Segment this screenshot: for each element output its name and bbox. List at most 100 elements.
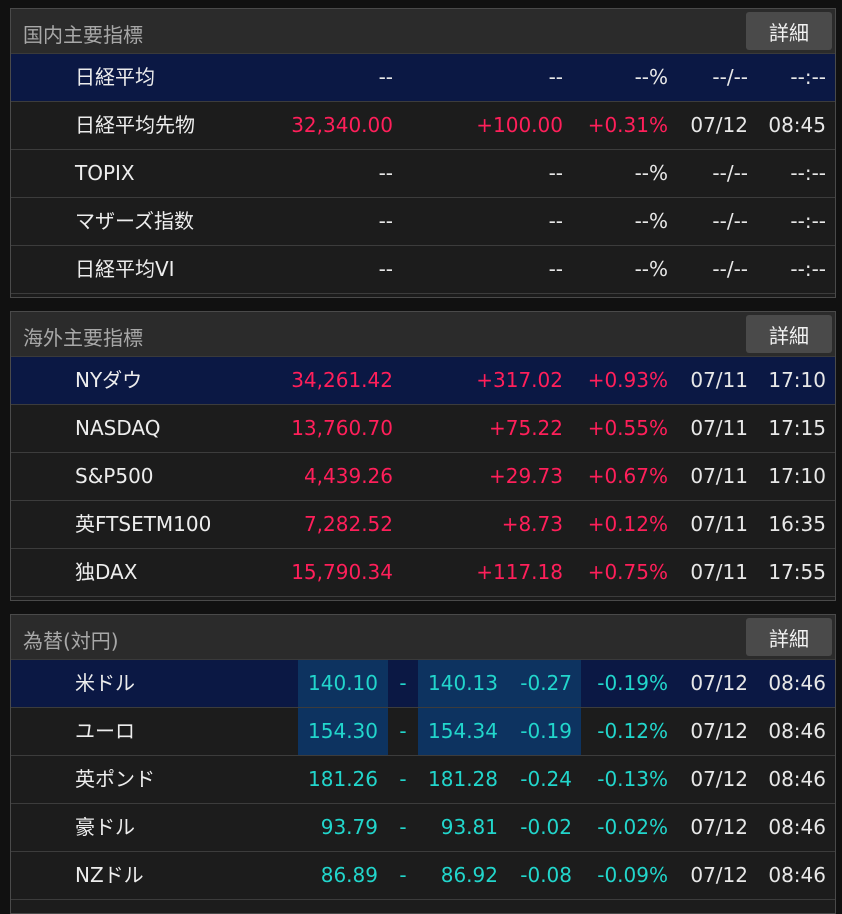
index-price: 15,790.34: [291, 560, 393, 584]
fx-time: 08:46: [768, 671, 826, 695]
bid-ask-separator: -: [399, 815, 407, 839]
overseas-indices-header: 海外主要指標 詳細: [11, 312, 835, 357]
index-price: 7,282.52: [303, 512, 393, 536]
index-price: --: [378, 257, 393, 281]
ask-price: 86.92: [440, 863, 498, 887]
fx-row-gbp[interactable]: 英ポンド 181.26 - 181.28 -0.24 -0.13% 07/12 …: [11, 756, 835, 804]
index-row-dax[interactable]: 独DAX 15,790.34 +117.18 +0.75% 07/11 17:5…: [11, 549, 835, 597]
index-row-ny-dow[interactable]: NYダウ 34,261.42 +317.02 +0.93% 07/11 17:1…: [11, 357, 835, 405]
index-change: --: [548, 161, 563, 185]
index-row-nikkei225[interactable]: 日経平均 -- -- --% --/-- --:--: [11, 54, 835, 102]
index-date: 07/11: [690, 416, 748, 440]
index-time: 17:15: [768, 416, 826, 440]
fx-date: 07/12: [690, 815, 748, 839]
bid-price: 154.30: [308, 719, 378, 743]
overseas-indices-panel: 海外主要指標 詳細 NYダウ 34,261.42 +317.02 +0.93% …: [10, 311, 836, 601]
index-name: 英FTSETM100: [75, 512, 212, 536]
index-time: 17:10: [768, 464, 826, 488]
fx-change: -0.02: [520, 815, 572, 839]
fx-change: -0.24: [520, 767, 572, 791]
bid-ask-separator: -: [399, 863, 407, 887]
index-row-ftse100[interactable]: 英FTSETM100 7,282.52 +8.73 +0.12% 07/11 1…: [11, 501, 835, 549]
index-change-pct: --%: [634, 161, 668, 185]
index-price: 32,340.00: [291, 113, 393, 137]
index-name: 日経平均先物: [75, 113, 195, 137]
index-change-pct: +0.67%: [587, 464, 668, 488]
fx-row-aud[interactable]: 豪ドル 93.79 - 93.81 -0.02 -0.02% 07/12 08:…: [11, 804, 835, 852]
ask-price: 140.13: [428, 671, 498, 695]
index-change: --: [548, 65, 563, 89]
index-name: NYダウ: [75, 368, 143, 392]
bid-price: 140.10: [308, 671, 378, 695]
index-row-sp500[interactable]: S&P500 4,439.26 +29.73 +0.67% 07/11 17:1…: [11, 453, 835, 501]
index-name: 日経平均VI: [75, 257, 175, 281]
index-change: +317.02: [476, 368, 563, 392]
index-price: --: [378, 209, 393, 233]
index-price: 4,439.26: [303, 464, 393, 488]
bid-price: 93.79: [320, 815, 378, 839]
domestic-indices-panel: 国内主要指標 詳細 日経平均 -- -- --% --/-- --:-- 日経平…: [10, 8, 836, 298]
index-date: 07/11: [690, 464, 748, 488]
bid-ask-separator: -: [399, 719, 407, 743]
domestic-detail-button[interactable]: 詳細: [746, 12, 832, 50]
index-change-pct: +0.55%: [587, 416, 668, 440]
index-name: 独DAX: [75, 560, 138, 584]
fx-row-usd[interactable]: 米ドル 140.10 - 140.13 -0.27 -0.19% 07/12 0…: [11, 660, 835, 708]
index-date: 07/11: [690, 368, 748, 392]
fx-time: 08:46: [768, 719, 826, 743]
index-change-pct: +0.31%: [587, 113, 668, 137]
index-row-nikkei225-futures[interactable]: 日経平均先物 32,340.00 +100.00 +0.31% 07/12 08…: [11, 102, 835, 150]
index-time: 16:35: [768, 512, 826, 536]
index-change: +75.22: [488, 416, 563, 440]
index-change-pct: +0.12%: [587, 512, 668, 536]
fx-date: 07/12: [690, 767, 748, 791]
index-name: NASDAQ: [75, 416, 161, 440]
index-row-nasdaq[interactable]: NASDAQ 13,760.70 +75.22 +0.55% 07/11 17:…: [11, 405, 835, 453]
fx-row-nzd[interactable]: NZドル 86.89 - 86.92 -0.08 -0.09% 07/12 08…: [11, 852, 835, 900]
fx-change-pct: -0.02%: [597, 815, 668, 839]
index-date: 07/11: [690, 512, 748, 536]
fx-change-pct: -0.19%: [597, 671, 668, 695]
domestic-indices-header: 国内主要指標 詳細: [11, 9, 835, 54]
index-name: 日経平均: [75, 65, 155, 89]
bid-ask-separator: -: [399, 767, 407, 791]
index-name: S&P500: [75, 464, 154, 488]
overseas-detail-button[interactable]: 詳細: [746, 315, 832, 353]
index-time: --:--: [790, 65, 826, 89]
bid-ask-separator: -: [399, 671, 407, 695]
index-date: --/--: [712, 161, 748, 185]
index-row-topix[interactable]: TOPIX -- -- --% --/-- --:--: [11, 150, 835, 198]
index-time: --:--: [790, 209, 826, 233]
forex-title: 為替(対円): [23, 629, 119, 653]
index-row-mothers[interactable]: マザーズ指数 -- -- --% --/-- --:--: [11, 198, 835, 246]
fx-change-pct: -0.13%: [597, 767, 668, 791]
fx-change-pct: -0.09%: [597, 863, 668, 887]
index-price: --: [378, 161, 393, 185]
fx-row-eur[interactable]: ユーロ 154.30 - 154.34 -0.19 -0.12% 07/12 0…: [11, 708, 835, 756]
currency-name: NZドル: [75, 863, 144, 887]
index-change: +8.73: [501, 512, 563, 536]
bid-price: 181.26: [308, 767, 378, 791]
forex-detail-button[interactable]: 詳細: [746, 618, 832, 656]
fx-change: -0.08: [520, 863, 572, 887]
fx-time: 08:46: [768, 863, 826, 887]
index-change: --: [548, 257, 563, 281]
ask-price: 154.34: [428, 719, 498, 743]
currency-name: 米ドル: [75, 671, 135, 695]
index-name: TOPIX: [75, 161, 135, 185]
fx-change: -0.27: [520, 671, 572, 695]
index-time: 17:10: [768, 368, 826, 392]
index-change-pct: +0.93%: [587, 368, 668, 392]
bid-price: 86.89: [320, 863, 378, 887]
index-change-pct: +0.75%: [587, 560, 668, 584]
currency-name: ユーロ: [75, 719, 135, 743]
index-change: --: [548, 209, 563, 233]
index-date: --/--: [712, 65, 748, 89]
index-change-pct: --%: [634, 257, 668, 281]
index-date: 07/11: [690, 560, 748, 584]
forex-panel: 為替(対円) 詳細 米ドル 140.10 - 140.13 -0.27 -0.1…: [10, 614, 836, 914]
fx-change-pct: -0.12%: [597, 719, 668, 743]
currency-name: 英ポンド: [75, 767, 155, 791]
fx-date: 07/12: [690, 863, 748, 887]
index-row-nikkei-vi[interactable]: 日経平均VI -- -- --% --/-- --:--: [11, 246, 835, 294]
